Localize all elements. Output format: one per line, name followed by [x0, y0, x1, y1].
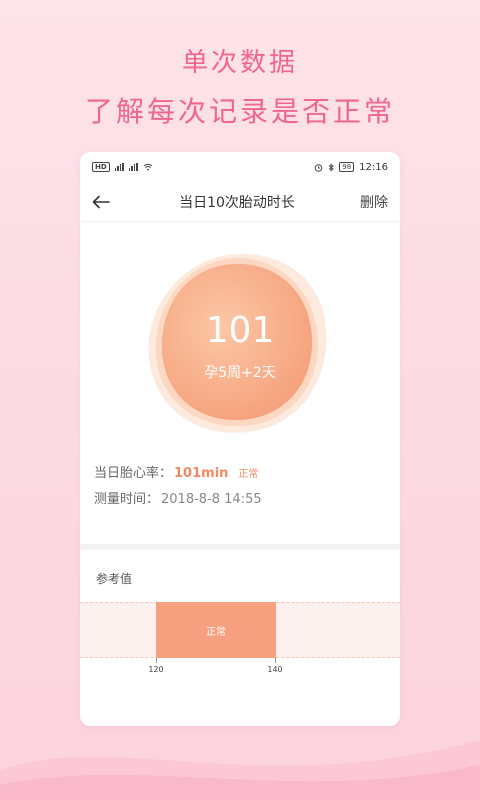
bluetooth-icon — [328, 162, 334, 172]
normal-range-label: 正常 — [206, 626, 226, 638]
status-clock: 12:16 — [359, 161, 388, 173]
normal-range-bar: 正常 — [156, 602, 276, 658]
section-divider — [80, 544, 400, 550]
heart-rate-label: 当日胎心率： — [94, 466, 173, 481]
nav-bar: 当日10次胎动时长 删除 — [80, 182, 400, 222]
promo-title: 单次数据 — [181, 48, 298, 78]
background-wave — [0, 740, 480, 800]
battery-indicator: 98 — [339, 162, 355, 172]
page-title: 当日10次胎动时长 — [179, 194, 295, 211]
heart-rate-row: 当日胎心率： 101min 正常 — [94, 462, 386, 488]
promo-subtitle: 了解每次记录是否正常 — [84, 95, 395, 128]
signal-icon — [128, 163, 138, 171]
heart-rate-status: 正常 — [238, 469, 259, 480]
status-bar: HD 98 12:16 — [80, 152, 400, 182]
phone-screen: HD 98 12:16 当日10次胎动时长 删除 101 孕5周+2天 当日胎心… — [80, 152, 400, 726]
measure-time-label: 测量时间： — [94, 492, 160, 507]
pregnancy-week: 孕5周+2天 — [204, 365, 276, 381]
tick-label-high: 140 — [267, 665, 283, 674]
tick-label-low: 120 — [148, 665, 164, 674]
wifi-icon — [143, 163, 153, 171]
measure-time-row: 测量时间： 2018-8-8 14:55 — [94, 488, 386, 514]
signal-icon — [114, 163, 124, 171]
metric-display: 101 孕5周+2天 — [80, 222, 400, 452]
alarm-icon — [314, 163, 323, 172]
back-arrow-icon[interactable] — [92, 191, 114, 213]
info-section: 当日胎心率： 101min 正常 测量时间： 2018-8-8 14:55 — [80, 452, 400, 514]
metric-value: 101 — [205, 310, 275, 351]
hd-badge: HD — [92, 162, 110, 172]
reference-title: 参考值 — [96, 572, 133, 586]
heart-rate-value: 101min — [174, 466, 229, 481]
measure-time-value: 2018-8-8 14:55 — [161, 492, 262, 507]
tick-high — [275, 658, 276, 663]
tick-low — [156, 658, 157, 663]
delete-button[interactable]: 删除 — [360, 192, 388, 212]
